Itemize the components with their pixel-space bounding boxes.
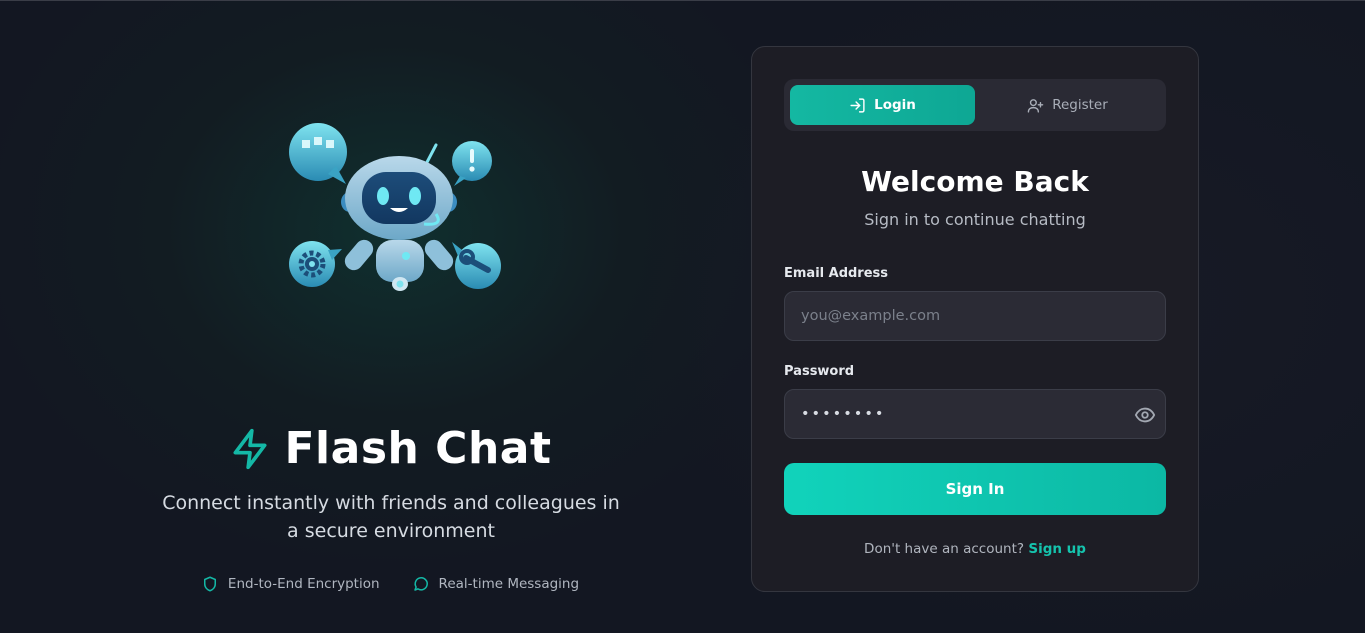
brand-tagline: Connect instantly with friends and colle… <box>162 492 620 542</box>
sign-up-link[interactable]: Sign up <box>1028 541 1086 557</box>
tab-label: Register <box>1052 97 1108 113</box>
email-field[interactable] <box>784 291 1166 341</box>
sign-in-button[interactable]: Sign In <box>784 463 1166 515</box>
brand-title: Flash Chat <box>284 423 552 474</box>
tab-label: Login <box>874 97 916 113</box>
password-field[interactable] <box>784 389 1166 439</box>
lightning-bolt-icon <box>233 428 267 469</box>
feature-label: End-to-End Encryption <box>227 576 380 592</box>
brand-header: Flash Chat <box>0 423 780 474</box>
log-in-icon <box>850 97 865 113</box>
password-label: Password <box>784 364 855 379</box>
feature-encryption: End-to-End Encryption <box>201 575 380 593</box>
shield-icon <box>203 576 216 592</box>
signup-prompt: Don't have an account? Sign up <box>752 541 1198 557</box>
robot-illustration-icon <box>289 123 501 291</box>
auth-tabs: Login Register <box>784 79 1166 131</box>
user-plus-icon <box>1027 98 1044 113</box>
hero-panel: Flash Chat Connect instantly with friend… <box>0 1 780 633</box>
message-circle-icon <box>413 577 428 591</box>
eye-icon[interactable] <box>1134 404 1156 426</box>
feature-list: End-to-End Encryption Real-time Messagin… <box>0 575 780 593</box>
auth-card: Login Register Welcome Back Sign in to c… <box>751 46 1199 592</box>
tab-register[interactable]: Register <box>975 85 1160 125</box>
tab-login[interactable]: Login <box>790 85 975 125</box>
form-subtitle: Sign in to continue chatting <box>864 210 1086 229</box>
email-label: Email Address <box>784 266 889 281</box>
feature-label: Real-time Messaging <box>438 576 580 592</box>
feature-realtime: Real-time Messaging <box>412 575 580 593</box>
form-title: Welcome Back <box>861 165 1089 198</box>
signup-prompt-text: Don't have an account? <box>864 541 1025 557</box>
